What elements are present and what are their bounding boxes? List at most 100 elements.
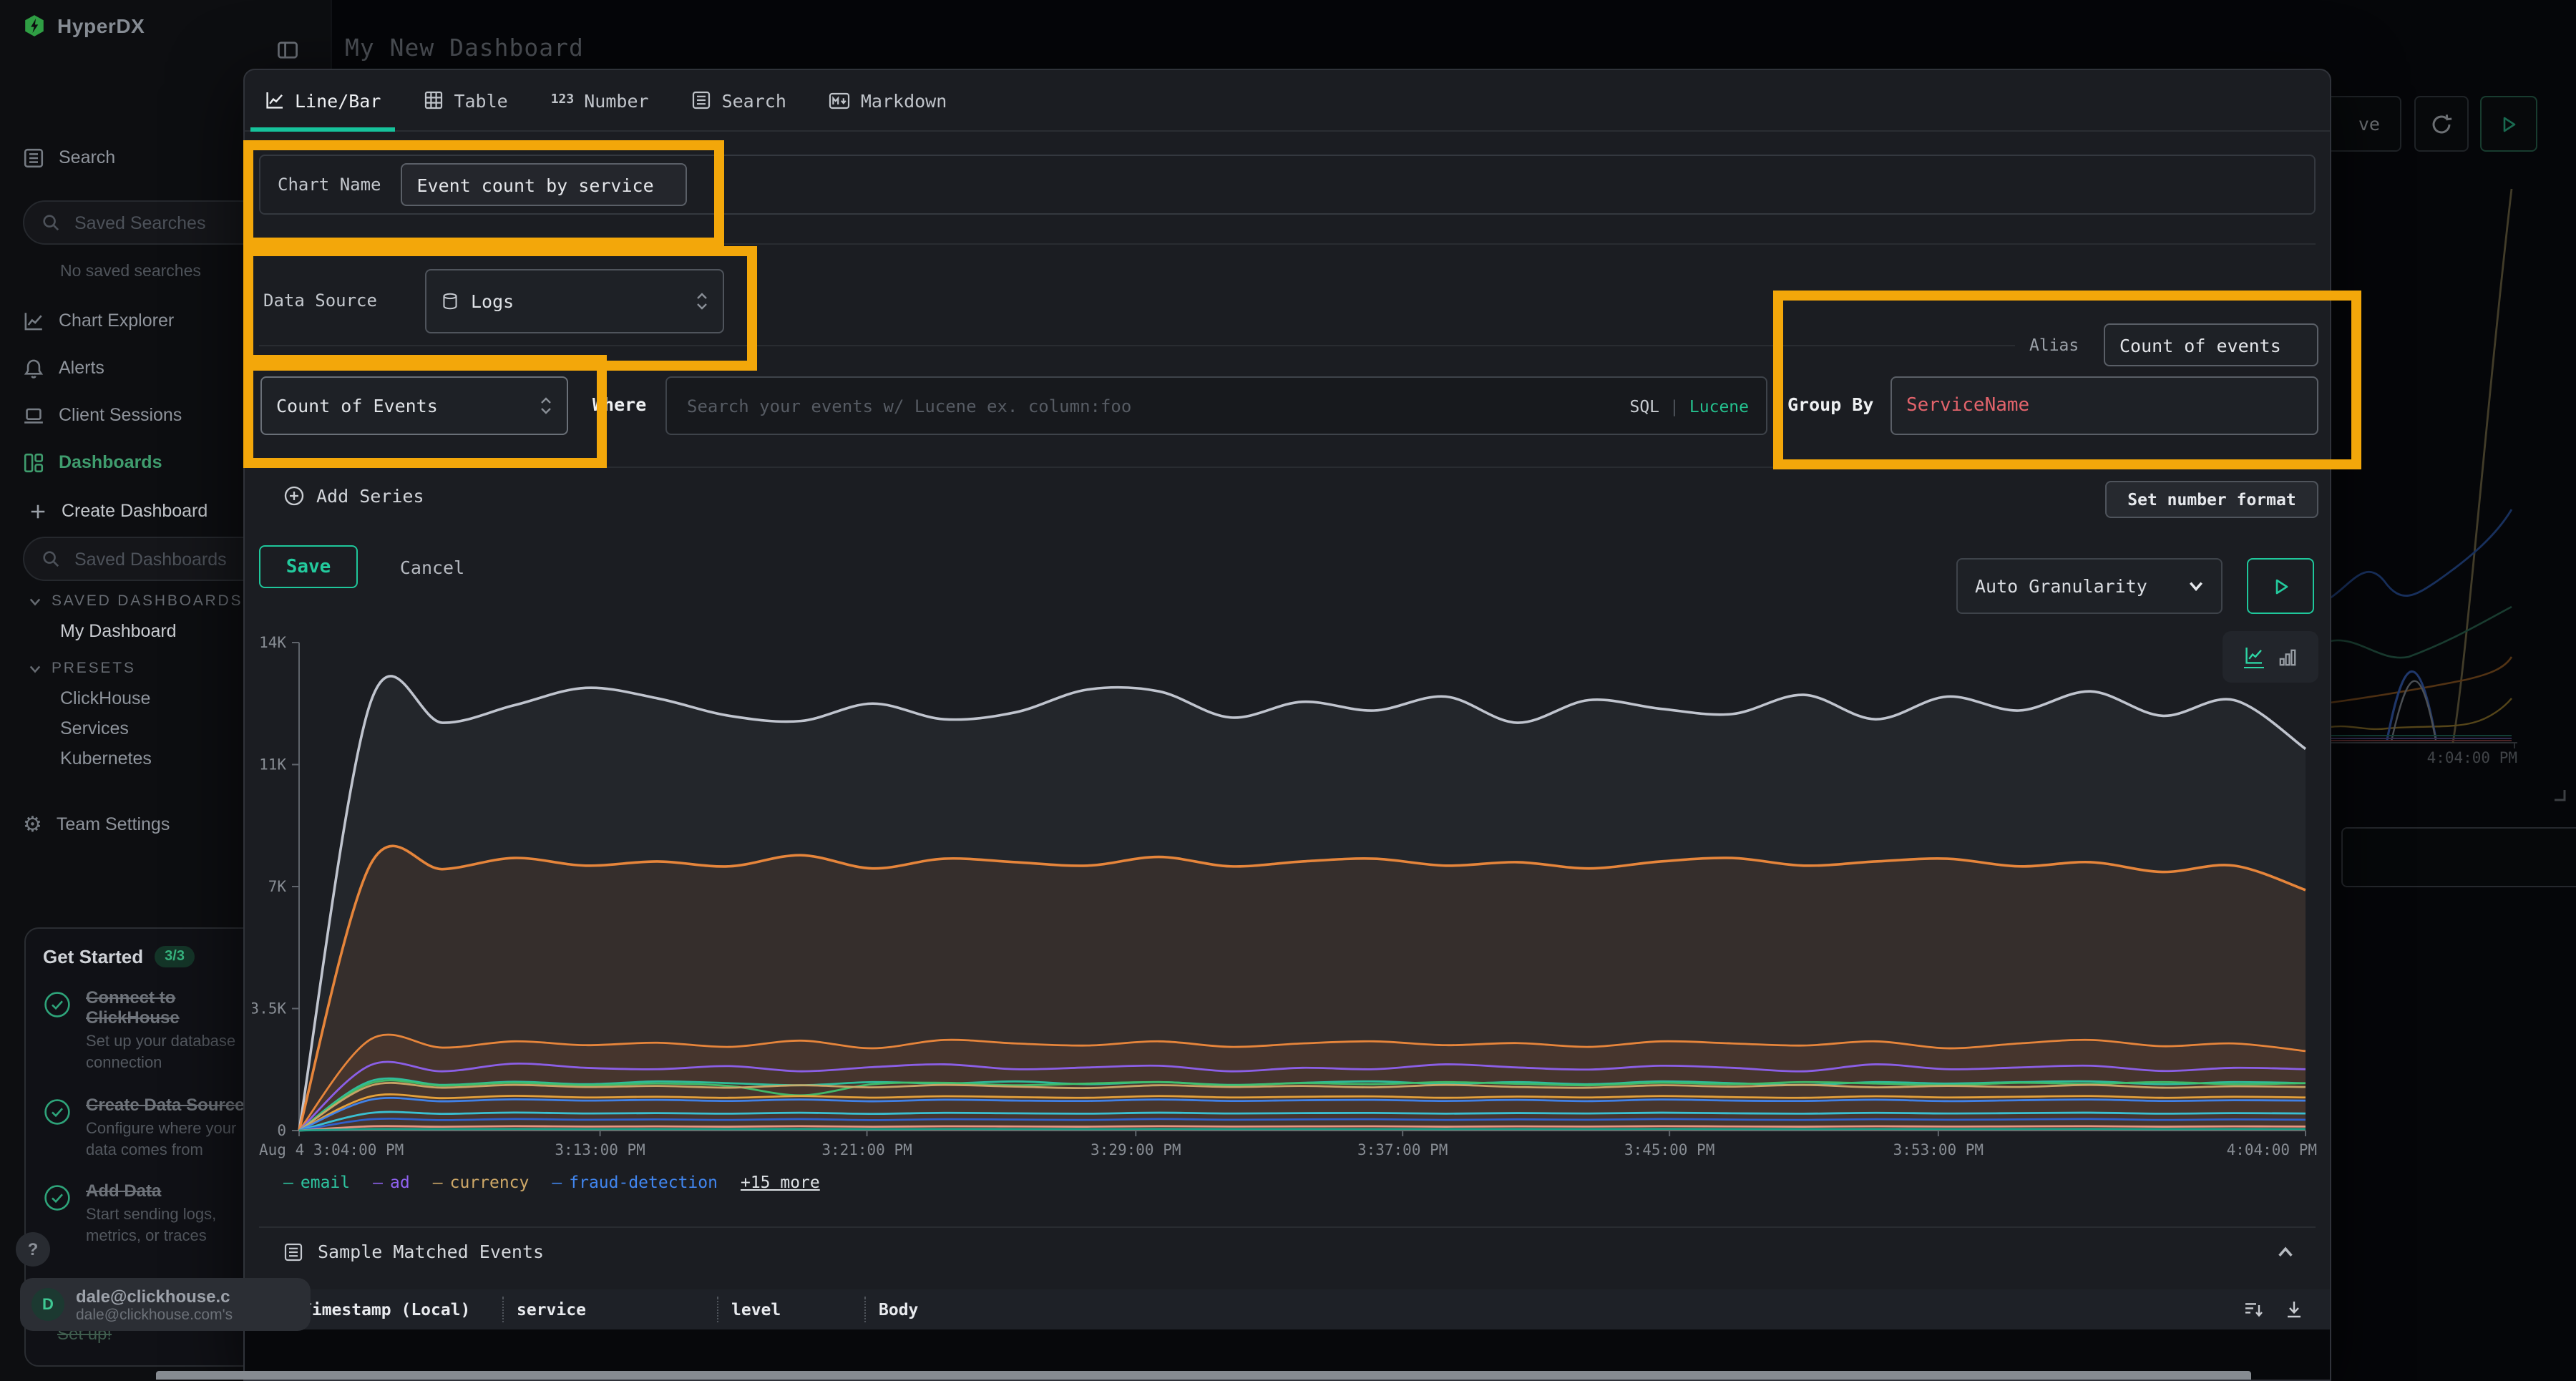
divider <box>259 243 2316 245</box>
lucene-toggle[interactable]: Lucene <box>1689 396 1749 416</box>
tab-markdown[interactable]: Markdown <box>829 70 947 130</box>
sidebar-item-services[interactable]: Services <box>60 718 129 738</box>
group-by-input[interactable] <box>1890 376 2318 435</box>
sidebar-item-my-dashboard[interactable]: My Dashboard <box>60 621 177 641</box>
group-by-label: Group By <box>1787 394 1873 415</box>
sidebar-item-team-settings[interactable]: ⚙ Team Settings <box>23 810 170 839</box>
legend-item[interactable]: —ad <box>373 1172 410 1192</box>
data-source-select[interactable]: Logs <box>425 269 724 333</box>
sql-toggle[interactable]: SQL <box>1629 396 1659 416</box>
events-line-chart: 14K11K7K3.5K0Aug 4 3:04:00 PM3:13:00 PM3… <box>252 631 2327 1161</box>
list-icon <box>283 1241 303 1262</box>
markdown-icon <box>829 91 851 109</box>
number-icon: 123 <box>551 93 575 107</box>
divider <box>259 345 2015 346</box>
sidebar-item-alerts[interactable]: Alerts <box>23 353 104 382</box>
check-circle-icon <box>43 990 72 1074</box>
legend-item[interactable]: —fraud-detection <box>552 1172 718 1192</box>
sidebar-item-clickhouse[interactable]: ClickHouse <box>60 688 150 708</box>
tab-label: Search <box>722 89 786 111</box>
tab-label: Number <box>584 89 648 111</box>
language-divider: | <box>1669 396 1679 416</box>
create-dashboard-button[interactable]: Create Dashboard <box>29 497 208 525</box>
tab-number[interactable]: 123 Number <box>551 70 649 130</box>
divider <box>259 1226 2316 1228</box>
line-chart-toggle-icon[interactable] <box>2244 645 2264 668</box>
presets-section[interactable]: PRESETS <box>29 660 136 677</box>
gear-icon: ⚙ <box>23 814 42 835</box>
user-email: dale@clickhouse.c <box>76 1286 293 1306</box>
alias-input[interactable] <box>2104 323 2318 366</box>
column-header-service[interactable]: service <box>502 1297 717 1322</box>
list-icon <box>692 90 712 110</box>
save-button[interactable]: Save <box>259 545 358 588</box>
section-label-text: SAVED DASHBOARDS <box>52 592 243 610</box>
logo[interactable]: HyperDX <box>23 14 145 37</box>
user-team: dale@clickhouse.com's <box>76 1306 293 1323</box>
download-icon[interactable] <box>2284 1299 2304 1319</box>
circle-plus-icon <box>283 485 305 507</box>
where-input[interactable] <box>684 394 1629 417</box>
sidebar-item-dashboards[interactable]: Dashboards <box>23 448 162 477</box>
tab-table[interactable]: Table <box>424 70 507 130</box>
tab-search[interactable]: Search <box>692 70 786 130</box>
get-started-item-title: Create Data Source <box>86 1094 260 1114</box>
sidebar-item-chart-explorer[interactable]: Chart Explorer <box>23 306 174 335</box>
granularity-value: Auto Granularity <box>1975 575 2147 597</box>
column-header-body[interactable]: Body <box>864 1297 2244 1322</box>
chevron-down-icon <box>2188 578 2204 594</box>
sort-icon[interactable] <box>2244 1299 2264 1319</box>
column-header-level[interactable]: level <box>717 1297 864 1322</box>
chart-type-tabs: Line/Bar Table 123 Number Search <box>245 70 2330 132</box>
alias-label: Alias <box>2029 335 2079 355</box>
saved-dashboards-field[interactable] <box>72 547 249 570</box>
database-icon <box>441 292 459 311</box>
user-menu[interactable]: D dale@clickhouse.c dale@clickhouse.com'… <box>20 1278 311 1331</box>
granularity-select[interactable]: Auto Granularity <box>1956 558 2223 614</box>
svg-text:4:04:00 PM: 4:04:00 PM <box>2227 1141 2317 1158</box>
preview-run-button[interactable] <box>2247 558 2314 614</box>
legend-item[interactable]: —currency <box>433 1172 530 1192</box>
legend-more-link[interactable]: +15 more <box>741 1172 820 1192</box>
sidebar-collapse-icon[interactable] <box>276 39 299 62</box>
sidebar-item-search[interactable]: Search <box>23 143 115 172</box>
get-started-title: Get Started <box>43 946 143 967</box>
no-saved-searches-text: No saved searches <box>60 263 201 280</box>
aggregation-value: Count of Events <box>276 395 438 416</box>
svg-text:0: 0 <box>277 1122 286 1139</box>
dashboards-icon <box>23 452 44 473</box>
laptop-icon <box>23 404 44 426</box>
svg-text:7K: 7K <box>268 878 287 895</box>
select-updown-icon <box>696 292 708 311</box>
cancel-button[interactable]: Cancel <box>382 545 482 588</box>
set-number-format-button[interactable]: Set number format <box>2105 481 2318 518</box>
avatar: D <box>31 1288 64 1321</box>
sidebar-item-label: Team Settings <box>57 814 170 834</box>
collapse-section-icon[interactable] <box>2277 1244 2294 1261</box>
where-search-box: SQL | Lucene <box>665 376 1767 435</box>
add-series-button[interactable]: Add Series <box>283 485 424 507</box>
saved-dashboards-section[interactable]: SAVED DASHBOARDS <box>29 592 243 610</box>
get-started-item-desc: Start sending logs, metrics, or traces <box>86 1206 260 1248</box>
legend-item[interactable]: —email <box>283 1172 350 1192</box>
svg-text:14K: 14K <box>259 634 286 651</box>
screen: HyperDX Search No saved searches Chart E… <box>0 0 2576 1381</box>
chart-name-input[interactable] <box>401 163 688 206</box>
tab-line-bar[interactable]: Line/Bar <box>265 70 381 130</box>
sidebar-item-label: Dashboards <box>59 452 162 472</box>
aggregation-select[interactable]: Count of Events <box>260 376 568 435</box>
hyperdx-logo-icon <box>23 14 46 37</box>
saved-searches-field[interactable] <box>72 211 249 234</box>
help-button[interactable]: ? <box>16 1232 50 1267</box>
check-circle-icon <box>43 1097 72 1161</box>
where-label: Where <box>592 394 646 415</box>
sidebar-item-label: Alerts <box>59 358 104 378</box>
create-dashboard-label: Create Dashboard <box>62 501 208 521</box>
bar-chart-toggle-icon[interactable] <box>2278 648 2297 666</box>
sidebar-item-kubernetes[interactable]: Kubernetes <box>60 748 152 768</box>
sample-matched-events-header: Sample Matched Events <box>283 1241 544 1262</box>
bottom-bar[interactable] <box>156 1371 2251 1380</box>
sample-matched-events-title: Sample Matched Events <box>318 1241 544 1262</box>
chart-name-row: Chart Name <box>259 155 2316 215</box>
sidebar-item-client-sessions[interactable]: Client Sessions <box>23 401 182 429</box>
